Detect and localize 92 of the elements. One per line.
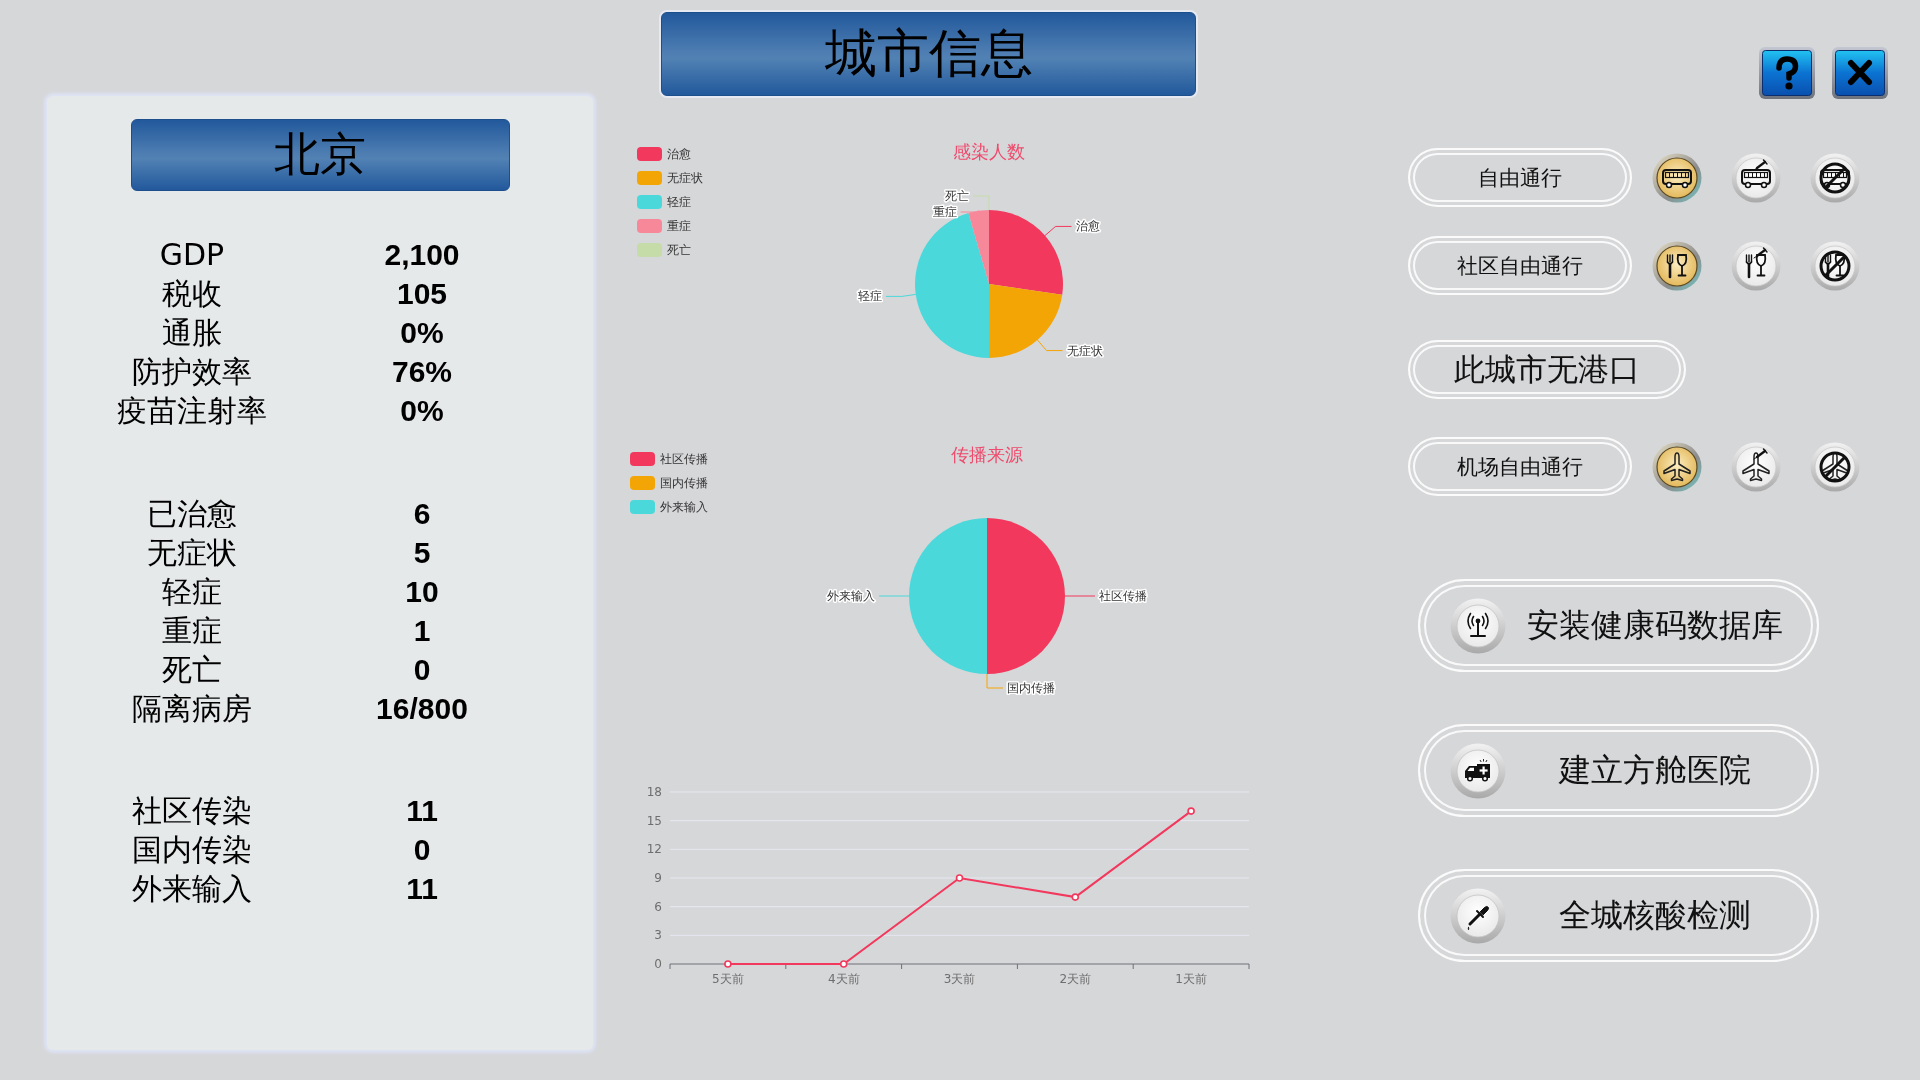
action-button[interactable]: 安装健康码数据库: [1418, 579, 1819, 672]
slice-label: 无症状: [1066, 343, 1103, 358]
axis-tick-label: 5天前: [712, 972, 744, 986]
stat-label: 外来输入: [131, 870, 253, 908]
pass-rule-button[interactable]: 自由通行: [1408, 148, 1632, 207]
legend-label: 无症状: [667, 171, 703, 185]
chart-title: 传播来源: [951, 443, 1023, 465]
bus-icon[interactable]: [1652, 152, 1702, 203]
close-icon[interactable]: [1832, 47, 1888, 99]
axis-tick-label: 12: [646, 842, 662, 857]
legend-label: 社区传播: [660, 452, 708, 466]
no-bus-icon[interactable]: [1810, 152, 1860, 203]
legend-label: 国内传播: [660, 476, 708, 490]
slice-label: 外来输入: [827, 589, 875, 603]
legend-label: 外来输入: [660, 500, 708, 514]
stat-value: 0: [412, 832, 432, 868]
slice-label: 死亡: [945, 189, 969, 203]
stat-label: 已治愈: [146, 495, 238, 533]
stat-value: 0%: [399, 393, 445, 429]
leader-line: [1044, 225, 1073, 237]
plane-icon[interactable]: [1652, 441, 1702, 492]
leader-line: [885, 293, 917, 297]
help-icon[interactable]: [1759, 47, 1815, 99]
stat-label: 隔离病房: [131, 690, 253, 728]
stat-value: 2,100: [383, 237, 461, 273]
legend-label: 轻症: [667, 195, 691, 209]
data-point: [1071, 893, 1080, 901]
stat-label: 税收: [161, 275, 223, 313]
leader-line: [878, 595, 910, 597]
axis-tick-label: 9: [654, 871, 662, 885]
no-plane-icon[interactable]: [1810, 441, 1860, 492]
axis-tick-label: 18: [646, 785, 662, 799]
slice-label: 重症: [932, 205, 957, 219]
action-button[interactable]: 全城核酸检测: [1418, 869, 1819, 962]
stat-value: 10: [404, 574, 440, 610]
bus-syringe-icon[interactable]: [1731, 152, 1781, 203]
axis-tick-label: 2天前: [1059, 972, 1092, 986]
slice-label: 国内传播: [1007, 681, 1055, 695]
data-point: [724, 960, 732, 968]
stat-label: 社区传染: [131, 792, 253, 830]
pass-rule-button[interactable]: 机场自由通行: [1408, 437, 1632, 496]
page-title-banner: 城市信息: [661, 12, 1196, 96]
city-name-banner: 北京: [130, 119, 510, 191]
chart-title: 感染人数: [953, 140, 1025, 162]
axis-tick-label: 15: [646, 813, 662, 828]
stat-value: 0%: [399, 315, 445, 351]
stat-value: 105: [395, 276, 449, 312]
slice-label: 轻症: [857, 289, 882, 304]
fork-glass-syringe-icon[interactable]: [1731, 240, 1781, 291]
stat-label: 重症: [161, 612, 223, 650]
stat-label: GDP: [158, 236, 226, 274]
data-point: [1187, 807, 1195, 815]
stat-value: 5: [412, 535, 432, 571]
stat-label: 轻症: [161, 573, 223, 611]
stat-value: 6: [412, 496, 432, 532]
stat-label: 无症状: [146, 534, 238, 572]
stat-label: 防护效率: [131, 353, 253, 391]
axis-tick-label: 6: [654, 899, 662, 914]
legend-label: 死亡: [667, 243, 691, 257]
plane-syringe-icon[interactable]: [1731, 441, 1781, 492]
slice-label: 治愈: [1075, 219, 1100, 234]
leader-line: [986, 673, 1004, 689]
axis-tick-label: 0: [654, 957, 662, 971]
legend-label: 重症: [667, 219, 691, 233]
fork-glass-icon[interactable]: [1652, 240, 1702, 291]
axis-tick-label: 3天前: [943, 972, 976, 986]
axis-tick-label: 1天前: [1175, 972, 1207, 986]
axis-tick-label: 3: [654, 928, 662, 943]
port-status-pill: 此城市无港口: [1408, 340, 1686, 399]
stat-label: 国内传染: [131, 831, 253, 869]
leader-line: [1064, 595, 1096, 597]
data-point: [839, 960, 848, 968]
slice-label: 社区传播: [1099, 589, 1147, 603]
stat-value: 1: [412, 613, 432, 649]
data-point: [955, 874, 964, 882]
stat-value: 11: [405, 793, 439, 829]
no-fork-glass-icon[interactable]: [1810, 240, 1860, 291]
ambulance-icon: [1450, 742, 1506, 799]
stat-label: 死亡: [161, 651, 223, 689]
antenna-icon: [1450, 597, 1506, 654]
stat-value: 11: [405, 871, 439, 907]
stat-value: 76%: [390, 354, 453, 390]
dropper-icon: [1450, 887, 1506, 944]
stat-value: 16/800: [375, 691, 469, 727]
stat-value: 0: [412, 652, 432, 688]
stat-label: 通胀: [161, 314, 223, 352]
pass-rule-button[interactable]: 社区自由通行: [1408, 236, 1632, 295]
leader-line: [1036, 339, 1064, 352]
axis-tick-label: 4天前: [827, 972, 860, 986]
legend-label: 治愈: [667, 147, 691, 161]
stat-label: 疫苗注射率: [116, 392, 268, 430]
action-button[interactable]: 建立方舱医院: [1418, 724, 1819, 817]
